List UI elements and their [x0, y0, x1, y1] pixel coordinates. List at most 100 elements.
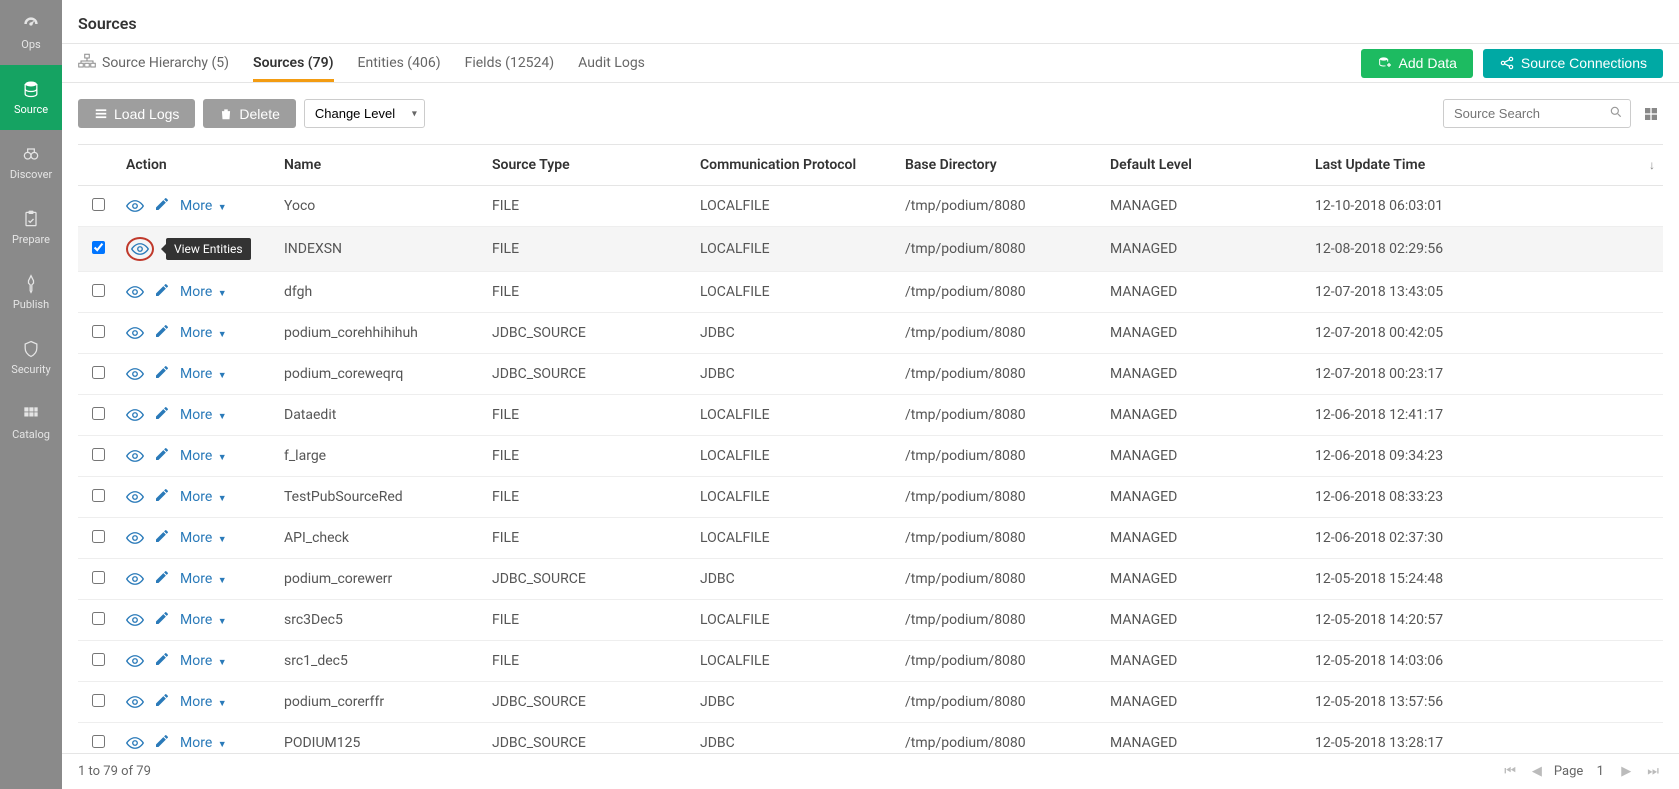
edit-icon[interactable] — [154, 323, 170, 343]
cell-name: TestPubSourceRed — [276, 477, 484, 518]
col-header-base-dir[interactable]: Base Directory — [897, 145, 1102, 186]
edit-icon[interactable] — [154, 364, 170, 384]
col-header-comm-protocol[interactable]: Communication Protocol — [692, 145, 897, 186]
nav-ops[interactable]: Ops — [0, 0, 62, 65]
main: Sources Source Hierarchy (5) Sources (79… — [62, 0, 1679, 789]
cell-default-level: MANAGED — [1102, 682, 1307, 723]
row-checkbox[interactable] — [92, 407, 105, 420]
row-checkbox[interactable] — [92, 571, 105, 584]
view-entities-icon[interactable] — [126, 199, 144, 213]
view-entities-icon[interactable] — [126, 572, 144, 586]
source-connections-button[interactable]: Source Connections — [1483, 49, 1663, 78]
cell-last-update: 12-06-2018 02:37:30 — [1307, 518, 1663, 559]
page-last-button[interactable]: ⏭ — [1643, 762, 1663, 781]
view-entities-icon[interactable] — [126, 408, 144, 422]
more-dropdown[interactable]: More ▼ — [180, 612, 227, 628]
row-checkbox[interactable] — [92, 489, 105, 502]
more-dropdown[interactable]: More ▼ — [180, 694, 227, 710]
delete-button[interactable]: Delete — [203, 99, 295, 128]
more-dropdown[interactable]: More ▼ — [180, 735, 227, 751]
more-dropdown[interactable]: More ▼ — [180, 407, 227, 423]
tab-source-hierarchy[interactable]: Source Hierarchy (5) — [78, 43, 229, 83]
tab-entities[interactable]: Entities (406) — [358, 45, 441, 81]
row-checkbox[interactable] — [92, 653, 105, 666]
edit-icon[interactable] — [154, 692, 170, 712]
row-checkbox[interactable] — [92, 448, 105, 461]
row-checkbox[interactable] — [92, 325, 105, 338]
load-logs-button[interactable]: Load Logs — [78, 99, 195, 128]
row-checkbox[interactable] — [92, 612, 105, 625]
more-dropdown[interactable]: More ▼ — [180, 284, 227, 300]
page-next-button[interactable]: ▶ — [1617, 762, 1635, 781]
edit-icon[interactable] — [154, 569, 170, 589]
more-dropdown[interactable]: More ▼ — [180, 448, 227, 464]
col-header-action[interactable]: Action — [118, 145, 276, 186]
edit-icon[interactable] — [154, 651, 170, 671]
edit-icon[interactable] — [154, 446, 170, 466]
edit-icon[interactable] — [154, 733, 170, 753]
view-entities-icon[interactable] — [126, 613, 144, 627]
nav-source[interactable]: Source — [0, 65, 62, 130]
edit-icon[interactable] — [154, 487, 170, 507]
add-data-button[interactable]: Add Data — [1361, 49, 1473, 78]
table-scroll[interactable]: Action Name Source Type Communication Pr… — [78, 144, 1663, 753]
view-entities-icon[interactable] — [126, 490, 144, 504]
nav-publish[interactable]: Publish — [0, 260, 62, 325]
more-dropdown[interactable]: More ▼ — [180, 653, 227, 669]
row-checkbox[interactable] — [92, 198, 105, 211]
page-first-button[interactable]: ⏮ — [1500, 762, 1520, 781]
view-entities-icon[interactable] — [126, 736, 144, 750]
view-entities-icon[interactable] — [126, 531, 144, 545]
col-header-source-type[interactable]: Source Type — [484, 145, 692, 186]
tab-fields[interactable]: Fields (12524) — [465, 45, 555, 81]
view-entities-icon[interactable] — [126, 654, 144, 668]
col-header-name[interactable]: Name — [276, 145, 484, 186]
more-dropdown[interactable]: More ▼ — [180, 325, 227, 341]
tab-sources[interactable]: Sources (79) — [253, 45, 333, 81]
view-entities-icon[interactable] — [126, 449, 144, 463]
col-header-default-level[interactable]: Default Level — [1102, 145, 1307, 186]
nav-catalog[interactable]: Catalog — [0, 390, 62, 455]
edit-icon[interactable] — [154, 282, 170, 302]
change-level-dropdown[interactable]: Change Level — [304, 99, 425, 128]
more-dropdown[interactable]: More ▼ — [180, 489, 227, 505]
nav-label: Source — [14, 103, 48, 116]
hierarchy-icon — [78, 53, 96, 73]
table-row: More ▼podium_corehhihihuhJDBC_SOURCEJDBC… — [78, 313, 1663, 354]
nav-prepare[interactable]: Prepare — [0, 195, 62, 260]
view-entities-icon[interactable] — [126, 695, 144, 709]
row-checkbox[interactable] — [92, 735, 105, 748]
view-entities-icon[interactable] — [126, 326, 144, 340]
database-icon — [21, 79, 41, 99]
row-checkbox[interactable] — [92, 694, 105, 707]
more-dropdown[interactable]: More ▼ — [180, 530, 227, 546]
row-checkbox[interactable] — [92, 530, 105, 543]
edit-icon[interactable] — [154, 610, 170, 630]
col-header-last-update[interactable]: Last Update Time ↓ — [1307, 145, 1663, 186]
cell-last-update: 12-05-2018 13:28:17 — [1307, 723, 1663, 754]
nav-security[interactable]: Security — [0, 325, 62, 390]
edit-icon[interactable] — [154, 528, 170, 548]
columns-button[interactable] — [1639, 102, 1663, 126]
more-dropdown[interactable]: More ▼ — [180, 366, 227, 382]
change-level-select[interactable]: Change Level — [304, 99, 425, 128]
view-entities-icon[interactable] — [126, 367, 144, 381]
cell-source-type: FILE — [484, 477, 692, 518]
nav-discover[interactable]: Discover — [0, 130, 62, 195]
edit-icon[interactable] — [154, 405, 170, 425]
more-dropdown[interactable]: More ▼ — [180, 198, 227, 214]
cell-base-dir: /tmp/podium/8080 — [897, 313, 1102, 354]
row-checkbox[interactable] — [92, 241, 105, 254]
cell-comm: JDBC — [692, 559, 897, 600]
tab-audit-logs[interactable]: Audit Logs — [578, 45, 645, 81]
search-icon[interactable] — [1609, 105, 1623, 123]
view-entities-icon[interactable] — [126, 285, 144, 299]
row-checkbox[interactable] — [92, 284, 105, 297]
more-dropdown[interactable]: More ▼ — [180, 571, 227, 587]
source-search-input[interactable] — [1443, 99, 1631, 128]
edit-icon[interactable] — [154, 196, 170, 216]
view-entities-icon[interactable] — [126, 237, 154, 261]
col-header-label: Last Update Time — [1315, 157, 1425, 173]
page-prev-button[interactable]: ◀ — [1528, 762, 1546, 781]
row-checkbox[interactable] — [92, 366, 105, 379]
